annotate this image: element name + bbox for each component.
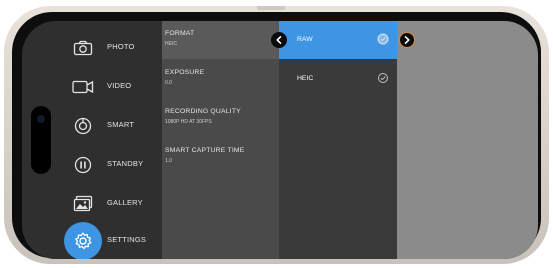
nav-item-settings[interactable]: SETTINGS [22, 222, 162, 259]
setting-title: RECORDING QUALITY [165, 108, 241, 115]
setting-title: FORMAT [165, 30, 195, 37]
preview-panel [397, 21, 538, 259]
check-circle-icon [377, 72, 389, 84]
phone-frame: PHOTO VIDEO SMART STANDBY GALLERY SETTIN… [4, 6, 549, 264]
camera-icon [72, 37, 94, 59]
gallery-icon [72, 193, 94, 215]
camera-island [31, 106, 51, 174]
chevron-right-icon [404, 36, 410, 44]
nav-item-photo[interactable]: PHOTO [22, 29, 162, 67]
setting-format[interactable]: FORMAT HEIC [162, 21, 279, 59]
setting-recording-quality[interactable]: RECORDING QUALITY 1080P HD AT 30FPS [162, 99, 279, 137]
nav-label-gallery: GALLERY [107, 198, 143, 207]
nav-label-smart: SMART [107, 120, 135, 129]
check-circle-icon [377, 33, 389, 45]
front-camera-icon [37, 115, 45, 123]
previous-arrow-button[interactable] [271, 32, 287, 48]
option-heic[interactable]: HEIC [279, 60, 397, 98]
format-options-list: RAW HEIC [279, 21, 397, 259]
nav-label-settings: SETTINGS [107, 235, 147, 244]
setting-title: SMART CAPTURE TIME [165, 147, 245, 154]
next-arrow-button[interactable] [399, 32, 415, 48]
nav-label-video: VIDEO [107, 81, 132, 90]
video-camera-icon [72, 76, 94, 98]
option-label: RAW [297, 36, 313, 43]
option-raw[interactable]: RAW [279, 21, 397, 59]
settings-gear-icon [64, 222, 102, 259]
chevron-left-icon [276, 36, 282, 44]
setting-value: HEIC [165, 41, 177, 47]
setting-value: 1.0 [165, 158, 172, 164]
setting-title: EXPOSURE [165, 69, 205, 76]
setting-value: 1080P HD AT 30FPS [165, 119, 212, 125]
nav-label-standby: STANDBY [107, 159, 144, 168]
settings-list: FORMAT HEIC EXPOSURE 0.0 RECORDING QUALI… [162, 21, 279, 259]
nav-item-video[interactable]: VIDEO [22, 68, 162, 106]
setting-exposure[interactable]: EXPOSURE 0.0 [162, 60, 279, 98]
option-label: HEIC [297, 75, 314, 82]
smart-capture-icon [72, 115, 94, 137]
setting-value: 0.0 [165, 80, 172, 86]
pause-icon [72, 154, 94, 176]
phone-top-button [257, 6, 285, 10]
setting-smart-capture-time[interactable]: SMART CAPTURE TIME 1.0 [162, 138, 279, 176]
app-screen: PHOTO VIDEO SMART STANDBY GALLERY SETTIN… [22, 21, 538, 259]
nav-label-photo: PHOTO [107, 42, 135, 51]
nav-item-gallery[interactable]: GALLERY [22, 185, 162, 223]
